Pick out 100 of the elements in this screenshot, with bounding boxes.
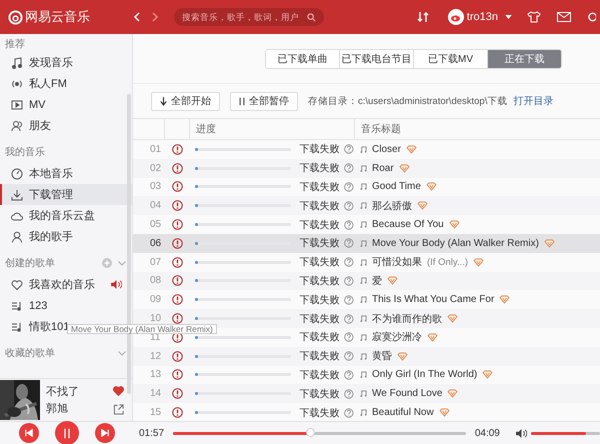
next-button[interactable] [94,423,114,443]
forward-icon[interactable] [150,12,160,22]
help-icon[interactable] [344,144,354,154]
sidebar-item[interactable]: 发现音乐 [0,52,132,73]
table-row[interactable]: 03 下载失败 Good Time [133,178,600,196]
error-icon [172,144,182,155]
sidebar-item[interactable]: 我的音乐云盘 [0,205,132,226]
table-row[interactable]: 08 下载失败 爱 [133,272,600,290]
table-row[interactable]: 06 下载失败 Move Your Body (Alan Walker Remix) [133,234,600,253]
song-title: Closer [372,144,401,155]
tab[interactable]: 已下载MV [414,50,488,68]
open-folder-link[interactable]: 打开目录 [513,94,554,108]
table-row[interactable]: 12 下载失败 黄昏 [133,346,600,366]
sidebar-item[interactable]: 本地音乐 [0,163,132,184]
row-number: 09 [149,294,162,306]
help-icon[interactable] [344,408,354,418]
start-all-button[interactable]: 全部开始 [151,92,220,110]
tab[interactable]: 正在下载 [488,50,561,68]
search-icon[interactable] [307,12,316,22]
caret-icon[interactable] [505,15,512,19]
status-text: 下载失败 [299,312,340,326]
share-icon[interactable] [113,404,124,414]
elapsed-time: 01:57 [139,428,164,438]
badge-icon [406,144,417,154]
error-icon [172,238,182,249]
status-text: 下载失败 [299,350,340,364]
pause-button[interactable] [54,421,78,444]
pause-all-button[interactable]: 全部暂停 [230,92,298,110]
username[interactable]: tro13n [466,11,498,23]
help-icon[interactable] [344,332,354,342]
sidebar-item[interactable]: MV [0,94,132,115]
sidebar-item[interactable]: 私人FM [0,73,132,94]
table-row[interactable]: 04 下载失败 那么骄傲 [133,196,600,216]
error-icon [172,407,182,418]
sidebar-item[interactable]: 朋友 [0,115,132,136]
sidebar-item[interactable]: 下载管理 [0,184,132,205]
avatar-icon[interactable] [448,9,464,25]
song-title: Because Of You [372,219,444,230]
chevron-icon[interactable] [118,260,126,266]
volume-icon[interactable] [516,428,527,438]
song-title: Good Time [372,181,421,192]
error-icon [172,162,182,174]
help-icon[interactable] [344,163,354,174]
badge-icon [544,238,555,248]
table-row[interactable]: 14 下载失败 We Found Love [133,384,600,404]
duration-time: 04:09 [474,428,500,438]
badge-icon [426,182,437,192]
section-heading: 收藏的歌单 [5,346,56,360]
row-number: 05 [149,219,162,230]
volume-slider[interactable] [530,432,600,434]
music-note-icon [360,371,367,378]
sidebar-item[interactable]: 我的歌手 [0,226,132,247]
help-icon[interactable] [344,351,354,362]
tab[interactable]: 已下载单曲 [266,50,340,68]
help-icon[interactable] [344,314,354,324]
help-icon[interactable] [344,276,354,286]
seek-handle[interactable] [306,428,315,436]
column-header[interactable]: 音乐标题 [355,122,600,136]
sidebar-item[interactable]: 123 [0,295,132,316]
shirt-icon[interactable] [527,11,541,23]
back-icon[interactable] [132,12,142,22]
row-number: 03 [149,181,162,192]
row-number: 14 [149,388,162,400]
help-icon[interactable] [344,200,354,211]
status-text: 下载失败 [299,256,340,270]
help-icon[interactable] [344,220,354,230]
chevron-icon[interactable] [118,350,126,356]
music-note-icon [360,146,367,153]
sidebar-item[interactable]: 我喜欢的音乐 [0,274,132,295]
error-icon [172,350,182,362]
music-note-icon [360,258,367,266]
status-text: 下载失败 [299,162,340,176]
help-icon[interactable] [344,388,354,399]
music-note-icon [360,296,367,304]
row-number: 10 [149,313,162,324]
music-note-icon [360,240,367,247]
help-icon[interactable] [344,257,354,268]
heart-icon[interactable] [113,386,124,396]
status-text: 下载失败 [299,218,340,232]
section-heading: 推荐 [5,38,26,51]
status-text: 下载失败 [299,388,340,401]
previous-button[interactable] [18,423,38,443]
column-header[interactable]: 进度 [190,119,355,139]
table-row[interactable]: 02 下载失败 Roar [133,158,600,178]
song-title: 那么骄傲 [372,200,412,213]
badge-icon [427,332,438,342]
mail-icon[interactable] [557,12,571,22]
help-icon[interactable] [344,182,354,192]
table-row[interactable]: 13 下载失败 Only Girl (In The World) [133,366,600,384]
help-icon[interactable] [344,370,354,380]
sync-icon[interactable] [416,11,429,23]
music-note-icon [360,202,367,210]
previous-icon [24,429,32,437]
error-icon [172,200,182,212]
help-icon[interactable] [344,294,354,305]
search-field[interactable]: 搜索音乐，歌手，歌词，用户 [174,8,324,26]
tab[interactable]: 已下载电台节目 [340,50,414,68]
error-icon [172,313,182,324]
status-text: 下载失败 [299,236,340,250]
help-icon[interactable] [344,238,354,248]
